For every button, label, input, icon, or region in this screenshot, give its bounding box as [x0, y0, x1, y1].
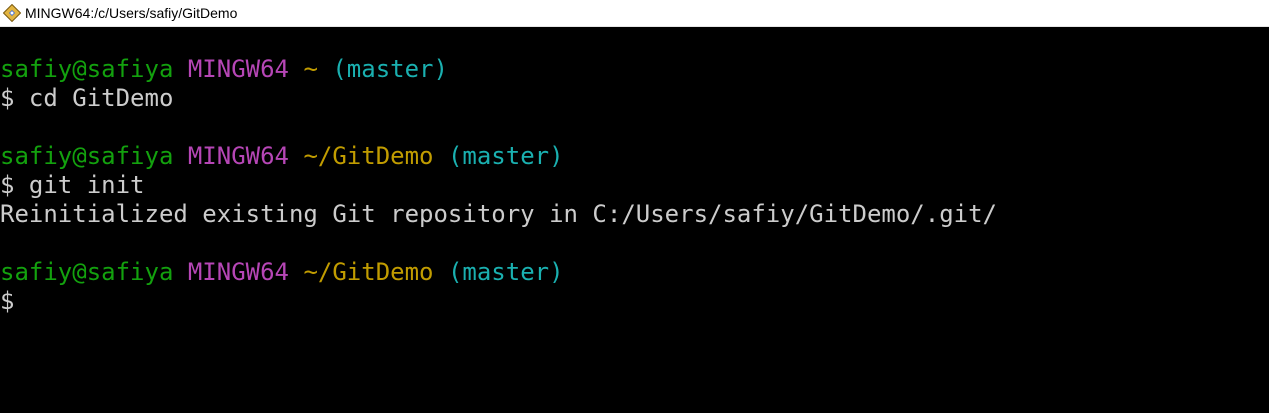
terminal-window: MINGW64:/c/Users/safiy/GitDemo safiy@saf…	[0, 0, 1269, 413]
cwd-path: ~/GitDemo	[303, 142, 434, 170]
prompt-symbol: $	[0, 287, 15, 315]
command-line: $ git init	[0, 171, 1269, 200]
command-line: $ cd GitDemo	[0, 84, 1269, 113]
git-branch: (master)	[447, 142, 564, 170]
prompt-symbol: $	[0, 84, 15, 112]
prompt-header-line: safiy@safiya MINGW64 ~/GitDemo (master)	[0, 258, 1269, 287]
command-line[interactable]: $	[0, 287, 1269, 316]
terminal-output[interactable]: safiy@safiya MINGW64 ~ (master) $ cd Git…	[0, 27, 1269, 413]
env-label: MINGW64	[187, 55, 289, 83]
prompt-header-line: safiy@safiya MINGW64 ~ (master)	[0, 55, 1269, 84]
prompt-header-line: safiy@safiya MINGW64 ~/GitDemo (master)	[0, 142, 1269, 171]
cwd-path: ~	[303, 55, 318, 83]
env-label: MINGW64	[187, 142, 289, 170]
git-branch: (master)	[332, 55, 448, 83]
output-text: Reinitialized existing Git repository in…	[0, 200, 997, 228]
prompt-symbol: $	[0, 171, 15, 199]
window-title: MINGW64:/c/Users/safiy/GitDemo	[25, 5, 238, 21]
title-bar[interactable]: MINGW64:/c/Users/safiy/GitDemo	[0, 0, 1269, 27]
user-host: safiy@safiya	[0, 55, 174, 83]
cwd-path: ~/GitDemo	[303, 258, 434, 286]
user-host: safiy@safiya	[0, 142, 174, 170]
command-output: Reinitialized existing Git repository in…	[0, 200, 1269, 229]
git-branch: (master)	[447, 258, 564, 286]
user-host: safiy@safiya	[0, 258, 174, 286]
command-text: git init	[28, 171, 145, 199]
mingw-git-icon	[2, 3, 22, 23]
env-label: MINGW64	[187, 258, 289, 286]
command-text: cd GitDemo	[28, 84, 174, 112]
